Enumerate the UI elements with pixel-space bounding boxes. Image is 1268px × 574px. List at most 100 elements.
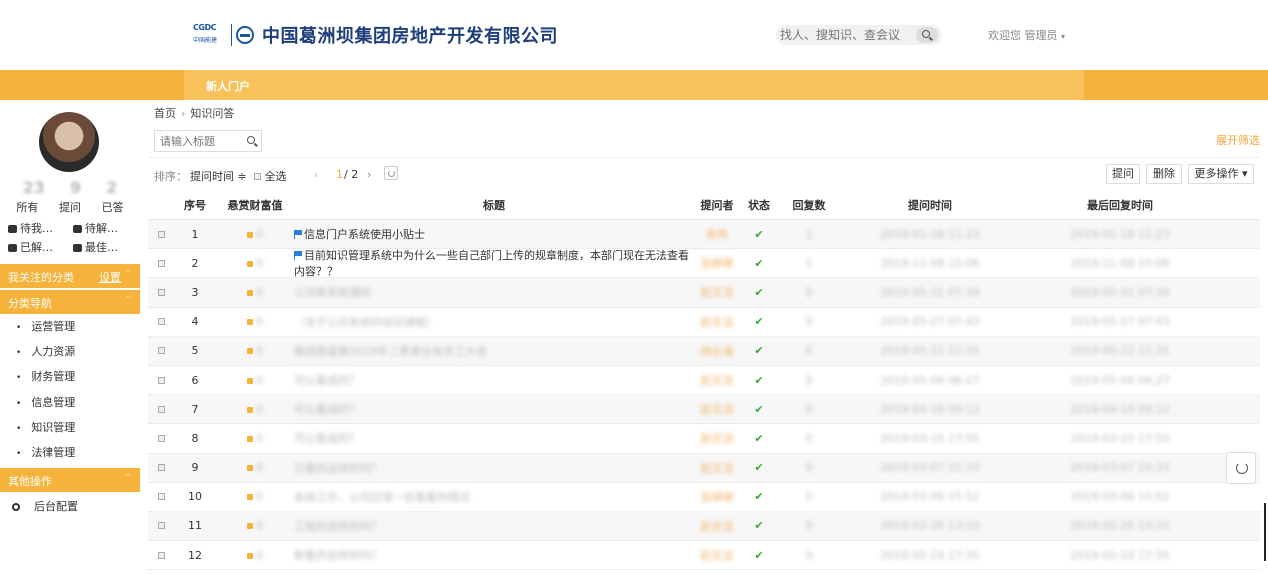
expand-filter-link[interactable]: 展开筛选	[1216, 132, 1260, 148]
column-header-reward[interactable]: 悬赏财富值	[216, 192, 294, 219]
row-checkbox[interactable]	[148, 549, 174, 562]
table-row[interactable]: 4 0 （关于公司系统的培训课程） 赵文洁 ✔ 0 2019-05-27 07:43 2019…	[148, 308, 1260, 337]
row-title-text[interactable]: （关于公司系统的培训课程）	[294, 316, 437, 329]
table-row[interactable]: 11 0 工程的这样的吗？ 赵文洁 ✔ 0 2019-02-26 13:10 2019-02-…	[148, 511, 1260, 542]
row-checkbox[interactable]	[148, 315, 174, 328]
quick-filter-unsolved[interactable]: 待解…	[73, 220, 138, 236]
row-asker[interactable]: 赵文洁	[694, 401, 740, 417]
row-asker[interactable]: 赵文洁	[694, 314, 740, 330]
row-title[interactable]: 目前知识管理系统中为什么一些自己部门上传的规章制度，本部门现在无法查看内容？？	[294, 247, 694, 279]
row-asker[interactable]: 赵文洁	[694, 460, 740, 476]
asker-name[interactable]: 赵文洁	[701, 374, 734, 387]
row-checkbox[interactable]	[148, 461, 174, 474]
row-title-text[interactable]: 集团首届第2019年二季度全体员工大会	[294, 345, 487, 358]
column-header-asker[interactable]: 提问者	[694, 192, 740, 219]
asker-name[interactable]: 林云海	[701, 345, 734, 358]
row-checkbox[interactable]	[148, 432, 174, 445]
row-title-text[interactable]: 工程的这样的吗？	[294, 520, 382, 533]
table-row[interactable]: 2 0 目前知识管理系统中为什么一些自己部门上传的规章制度，本部门现在无法查看内容？…	[148, 247, 1260, 279]
row-title-text[interactable]: 目前知识管理系统中为什么一些自己部门上传的规章制度，本部门现在无法查看内容？？	[294, 249, 689, 278]
next-page-button[interactable]: ›	[367, 168, 371, 181]
row-title[interactable]: 已看的这样的吗？	[294, 460, 694, 476]
asker-name[interactable]: 赵文洁	[701, 286, 734, 299]
search-icon[interactable]	[247, 136, 255, 144]
row-asker[interactable]: 赵文洁	[694, 284, 740, 300]
nav-tab-newcomer-portal[interactable]: 新人门户	[184, 70, 1084, 100]
row-title[interactable]: （关于公司系统的培训课程）	[294, 314, 694, 330]
table-row[interactable]: 3 0 公司新系统通知 赵文洁 ✔ 0 2019-05-31 07:34 2019-05-31…	[148, 278, 1260, 308]
row-checkbox[interactable]	[148, 403, 174, 416]
row-title[interactable]: 系统工作，公司日常一些看看的情况	[294, 489, 694, 505]
company-logo[interactable]: CGDC 中国能建 中国葛洲坝集团房地产开发有限公司	[193, 22, 558, 48]
column-header-replies[interactable]: 回复数	[778, 192, 840, 219]
chevron-up-icon[interactable]: ^	[124, 473, 132, 483]
column-header-last-reply-time[interactable]: 最后回复时间	[1020, 192, 1220, 219]
stat-all-count[interactable]: 23	[23, 178, 45, 197]
stat-asked-label[interactable]: 提问	[59, 199, 81, 215]
stat-all-label[interactable]: 所有	[16, 199, 38, 215]
row-title[interactable]: 可以看成的？	[294, 430, 694, 446]
global-search-button[interactable]	[916, 27, 938, 43]
table-row[interactable]: 9 0 已看的这样的吗？ 赵文洁 ✔ 0 2019-03-07 15:33 2019-03-0…	[148, 453, 1260, 483]
followed-settings-link[interactable]: 设置	[99, 269, 121, 285]
title-search-input[interactable]	[154, 130, 262, 152]
row-title-text[interactable]: 可以看成的？	[294, 432, 360, 445]
row-title[interactable]: 可以看成的？	[294, 372, 694, 388]
row-title[interactable]: 可以看成的？	[294, 401, 694, 417]
table-row[interactable]: 10 0 系统工作，公司日常一些看看的情况 张婷婷 ✔ 0 2019-03-06 15:52…	[148, 483, 1260, 512]
stat-asked-count[interactable]: 9	[70, 178, 81, 197]
row-title-text[interactable]: 可以看成的？	[294, 374, 360, 387]
asker-name[interactable]: 赵文洁	[701, 403, 734, 416]
global-search-input[interactable]	[780, 28, 915, 42]
row-checkbox[interactable]	[148, 519, 174, 532]
asker-name[interactable]: 赵文洁	[701, 432, 734, 445]
stat-answered-label[interactable]: 已答	[102, 199, 124, 215]
row-asker[interactable]: 赵文洁	[694, 547, 740, 563]
row-asker[interactable]: 林云海	[694, 343, 740, 359]
row-title-text[interactable]: 已看的这样的吗？	[294, 462, 382, 475]
sort-field-dropdown[interactable]: 提问时间 ≑	[190, 168, 247, 184]
row-asker[interactable]: 张婷婷	[694, 489, 740, 505]
row-checkbox[interactable]	[148, 257, 174, 270]
row-asker[interactable]: 张婷婷	[694, 255, 740, 271]
row-title[interactable]: 集团首届第2019年二季度全体员工大会	[294, 343, 694, 359]
delete-button[interactable]: 删除	[1146, 164, 1182, 184]
category-nav-header[interactable]: 分类导航 ^	[0, 290, 140, 314]
followed-categories-header[interactable]: 我关注的分类 设置 ^	[0, 264, 140, 288]
table-row[interactable]: 8 0 可以看成的？ 赵文洁 ✔ 0 2019-03-15 17:55 2019-03-15 …	[148, 424, 1260, 454]
row-title-text[interactable]: 信息门户系统使用小贴士	[304, 228, 425, 241]
column-header-no[interactable]: 序号	[174, 192, 216, 219]
row-checkbox[interactable]	[148, 490, 174, 503]
table-row[interactable]: 5 0 集团首届第2019年二季度全体员工大会 林云海 ✔ 0 2019-05-22 11:…	[148, 336, 1260, 366]
table-row[interactable]: 6 0 可以看成的？ 赵文洁 ✔ 0 2019-05-06 06:27 2019-05-06 …	[148, 366, 1260, 396]
asker-name[interactable]: 赵文洁	[701, 316, 734, 329]
row-asker[interactable]: 赵文洁	[694, 372, 740, 388]
scrollbar[interactable]	[1264, 503, 1266, 561]
column-header-status[interactable]: 状态	[740, 192, 778, 219]
asker-name[interactable]: 张伟	[706, 228, 728, 241]
quick-filter-best[interactable]: 最佳…	[73, 239, 138, 255]
chevron-up-icon[interactable]: ^	[124, 295, 132, 305]
category-item[interactable]: 运营管理	[16, 314, 136, 339]
asker-name[interactable]: 张婷婷	[701, 257, 734, 270]
chevron-up-icon[interactable]: ^	[124, 269, 132, 279]
refresh-icon[interactable]	[384, 166, 398, 180]
breadcrumb-home[interactable]: 首页	[154, 107, 176, 120]
ask-button[interactable]: 提问	[1106, 164, 1140, 184]
column-header-ask-time[interactable]: 提问时间	[840, 192, 1020, 219]
row-title-text[interactable]: 新看的这样的吗？	[294, 549, 382, 562]
other-actions-header[interactable]: 其他操作 ^	[0, 468, 140, 492]
asker-name[interactable]: 赵文洁	[701, 462, 734, 475]
category-item[interactable]: 财务管理	[16, 364, 136, 389]
row-title[interactable]: 新看的这样的吗？	[294, 547, 694, 563]
row-title-text[interactable]: 公司新系统通知	[294, 286, 371, 299]
row-checkbox[interactable]	[148, 286, 174, 299]
row-title-text[interactable]: 系统工作，公司日常一些看看的情况	[294, 491, 470, 504]
avatar[interactable]	[39, 112, 99, 172]
row-asker[interactable]: 赵文洁	[694, 430, 740, 446]
asker-name[interactable]: 张婷婷	[701, 491, 734, 504]
quick-filter-to-me[interactable]: 待我…	[8, 220, 73, 236]
row-title-text[interactable]: 可以看成的？	[294, 403, 360, 416]
more-actions-button[interactable]: 更多操作 ▾	[1188, 164, 1254, 184]
category-item[interactable]: 人力资源	[16, 339, 136, 364]
